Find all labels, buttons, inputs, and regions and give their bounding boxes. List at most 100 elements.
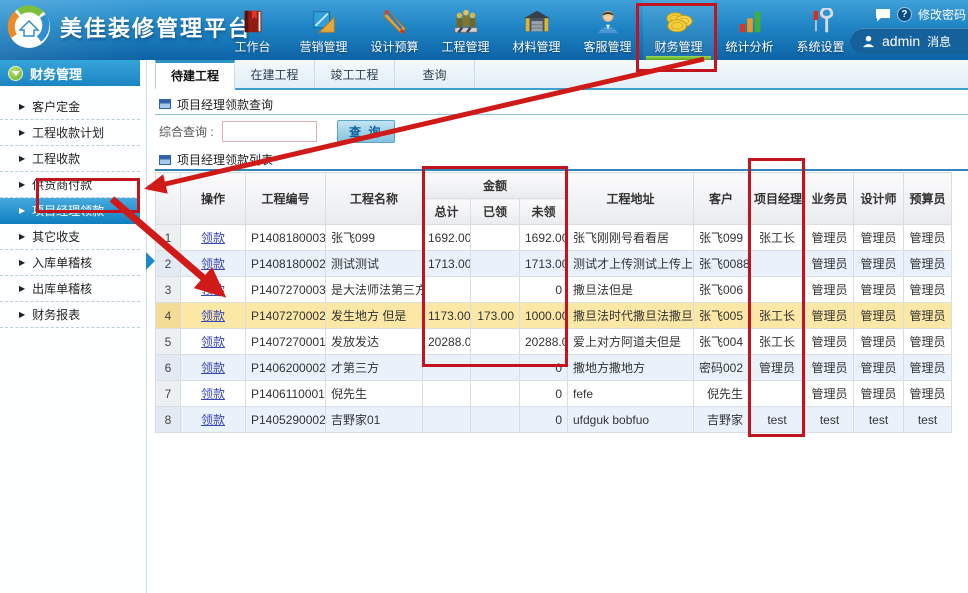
sidebar-item-label: 供货商付款 [32, 176, 92, 193]
table-row: 3领款P1407270003是大法师法第三方0撒旦法但是张飞006管理员管理员管… [156, 277, 952, 303]
construction-icon [452, 6, 480, 38]
sidebar-item-label: 财务报表 [32, 306, 80, 323]
table-cell: 管理员 [749, 355, 806, 381]
table-cell: test [904, 407, 952, 433]
nav-item-customer-service[interactable]: 客服管理 [572, 0, 643, 60]
col-header-received: 已领 [471, 199, 520, 225]
table-cell: 才第三方 [326, 355, 423, 381]
sidebar-item-label: 其它收支 [32, 228, 80, 245]
sidebar-item-outbound-audit[interactable]: ▶ 出库单稽核 [0, 276, 140, 302]
sidebar-item-label: 出库单稽核 [32, 280, 92, 297]
row-number: 5 [156, 329, 181, 355]
withdraw-link[interactable]: 领款 [201, 283, 225, 297]
table-cell: 管理员 [806, 277, 854, 303]
sidebar-item-supplier-payment[interactable]: ▶供货商付款 [0, 172, 140, 198]
col-header-customer: 客户 [694, 173, 749, 225]
top-navbar: 美佳装修管理平台 工作台 营销管理 设计预算 工程管理 [0, 0, 968, 60]
triangle-bullet-icon: ▶ [19, 284, 25, 293]
row-number: 2 [156, 251, 181, 277]
table-cell: P1406200002 [246, 355, 326, 381]
withdraw-link[interactable]: 领款 [201, 387, 225, 401]
user-pill[interactable]: admin 消息 [850, 28, 968, 54]
tab-pending-projects[interactable]: 待建工程 [155, 60, 235, 90]
table-cell: P1407270001 [246, 329, 326, 355]
col-header-total: 总计 [423, 199, 471, 225]
table-cell [471, 355, 520, 381]
sidebar-item-other-income-expense[interactable]: ▶其它收支 [0, 224, 140, 250]
table-cell: test [749, 407, 806, 433]
withdraw-link[interactable]: 领款 [201, 231, 225, 245]
nav-item-marketing[interactable]: 营销管理 [288, 0, 359, 60]
table-cell: 管理员 [854, 303, 904, 329]
table-cell: 1692.00 [520, 225, 568, 251]
withdraw-link[interactable]: 领款 [201, 413, 225, 427]
sidebar-item-label: 工程收款计划 [32, 124, 104, 141]
messages-link[interactable]: 消息 [927, 33, 951, 50]
customer-service-icon [594, 6, 622, 38]
tab-completed-projects[interactable]: 竣工工程 [315, 60, 395, 88]
table-cell: 撒旦法但是 [568, 277, 694, 303]
stats-chart-icon [736, 6, 764, 38]
sidebar-header-label: 财务管理 [30, 64, 82, 83]
table-cell: 张飞0088 [694, 251, 749, 277]
tab-ongoing-projects[interactable]: 在建工程 [235, 60, 315, 88]
nav-item-finance[interactable]: 财务管理 [643, 0, 714, 60]
col-header-unreceived: 未领 [520, 199, 568, 225]
sidebar-item-manager-withdrawal[interactable]: ▶项目经理领款 [0, 198, 140, 224]
table-cell: 管理员 [806, 225, 854, 251]
operation-cell: 领款 [181, 277, 246, 303]
search-input[interactable] [222, 121, 317, 142]
table-cell: test [854, 407, 904, 433]
row-number: 7 [156, 381, 181, 407]
table-cell: 撒旦法时代撒旦法撒旦法 [568, 303, 694, 329]
withdrawal-table: 操作 工程编号 工程名称 金额 工程地址 客户 项目经理 业务员 设计师 预算员… [155, 172, 952, 433]
table-row: 6领款P1406200002才第三方0撒地方撒地方密码002管理员管理员管理员管… [156, 355, 952, 381]
change-password-link[interactable]: 修改密码 [918, 6, 966, 23]
list-section-title: 项目经理领款列表 [177, 151, 273, 168]
message-bubble-icon[interactable] [875, 8, 891, 22]
nav-item-materials[interactable]: 材料管理 [501, 0, 572, 60]
sidebar-item-customer-deposit[interactable]: ▶客户定金 [0, 94, 140, 120]
sidebar-item-label: 项目经理领款 [32, 202, 104, 219]
sidebar-header[interactable]: 财务管理 [0, 60, 140, 86]
nav-item-workbench[interactable]: 工作台 [217, 0, 288, 60]
withdraw-link[interactable]: 领款 [201, 361, 225, 375]
table-cell: 密码002 [694, 355, 749, 381]
search-label: 综合查询 : [159, 123, 214, 140]
table-cell: 测试才上传测试上传上传 [568, 251, 694, 277]
sidebar-item-finance-report[interactable]: ▶财务报表 [0, 302, 140, 328]
table-cell: 管理员 [854, 225, 904, 251]
nav-item-construction[interactable]: 工程管理 [430, 0, 501, 60]
tab-query[interactable]: 查询 [395, 60, 475, 88]
table-cell: 管理员 [854, 355, 904, 381]
withdraw-link[interactable]: 领款 [201, 309, 225, 323]
nav-label: 财务管理 [654, 38, 702, 55]
operation-cell: 领款 [181, 407, 246, 433]
collapse-arrow-icon [8, 66, 23, 81]
nav-item-statistics[interactable]: 统计分析 [714, 0, 785, 60]
table-cell: 张飞006 [694, 277, 749, 303]
withdraw-link[interactable]: 领款 [201, 257, 225, 271]
help-icon[interactable]: ? [897, 7, 912, 22]
table-cell: 1692.00 [423, 225, 471, 251]
table-cell: 张工长 [749, 329, 806, 355]
col-header-project-manager: 项目经理 [749, 173, 806, 225]
sidebar-item-project-receipts[interactable]: ▶工程收款 [0, 146, 140, 172]
withdraw-link[interactable]: 领款 [201, 335, 225, 349]
operation-cell: 领款 [181, 251, 246, 277]
table-cell [471, 277, 520, 303]
table-cell [749, 277, 806, 303]
nav-label: 统计分析 [725, 38, 773, 55]
table-cell: 张飞004 [694, 329, 749, 355]
finance-coins-icon [664, 6, 694, 38]
table-cell: test [806, 407, 854, 433]
table-cell: 管理员 [854, 277, 904, 303]
nav-item-design-budget[interactable]: 设计预算 [359, 0, 430, 60]
query-button[interactable]: 查 询 [337, 120, 395, 143]
table-cell: 管理员 [806, 303, 854, 329]
sidebar-item-inbound-audit[interactable]: ▶入库单稽核 [0, 250, 140, 276]
main-menu: 工作台 营销管理 设计预算 工程管理 材料管理 [217, 0, 856, 60]
sidebar-item-receivable-plan[interactable]: ▶工程收款计划 [0, 120, 140, 146]
search-row: 综合查询 : 查 询 [155, 115, 968, 148]
username: admin [882, 33, 920, 49]
